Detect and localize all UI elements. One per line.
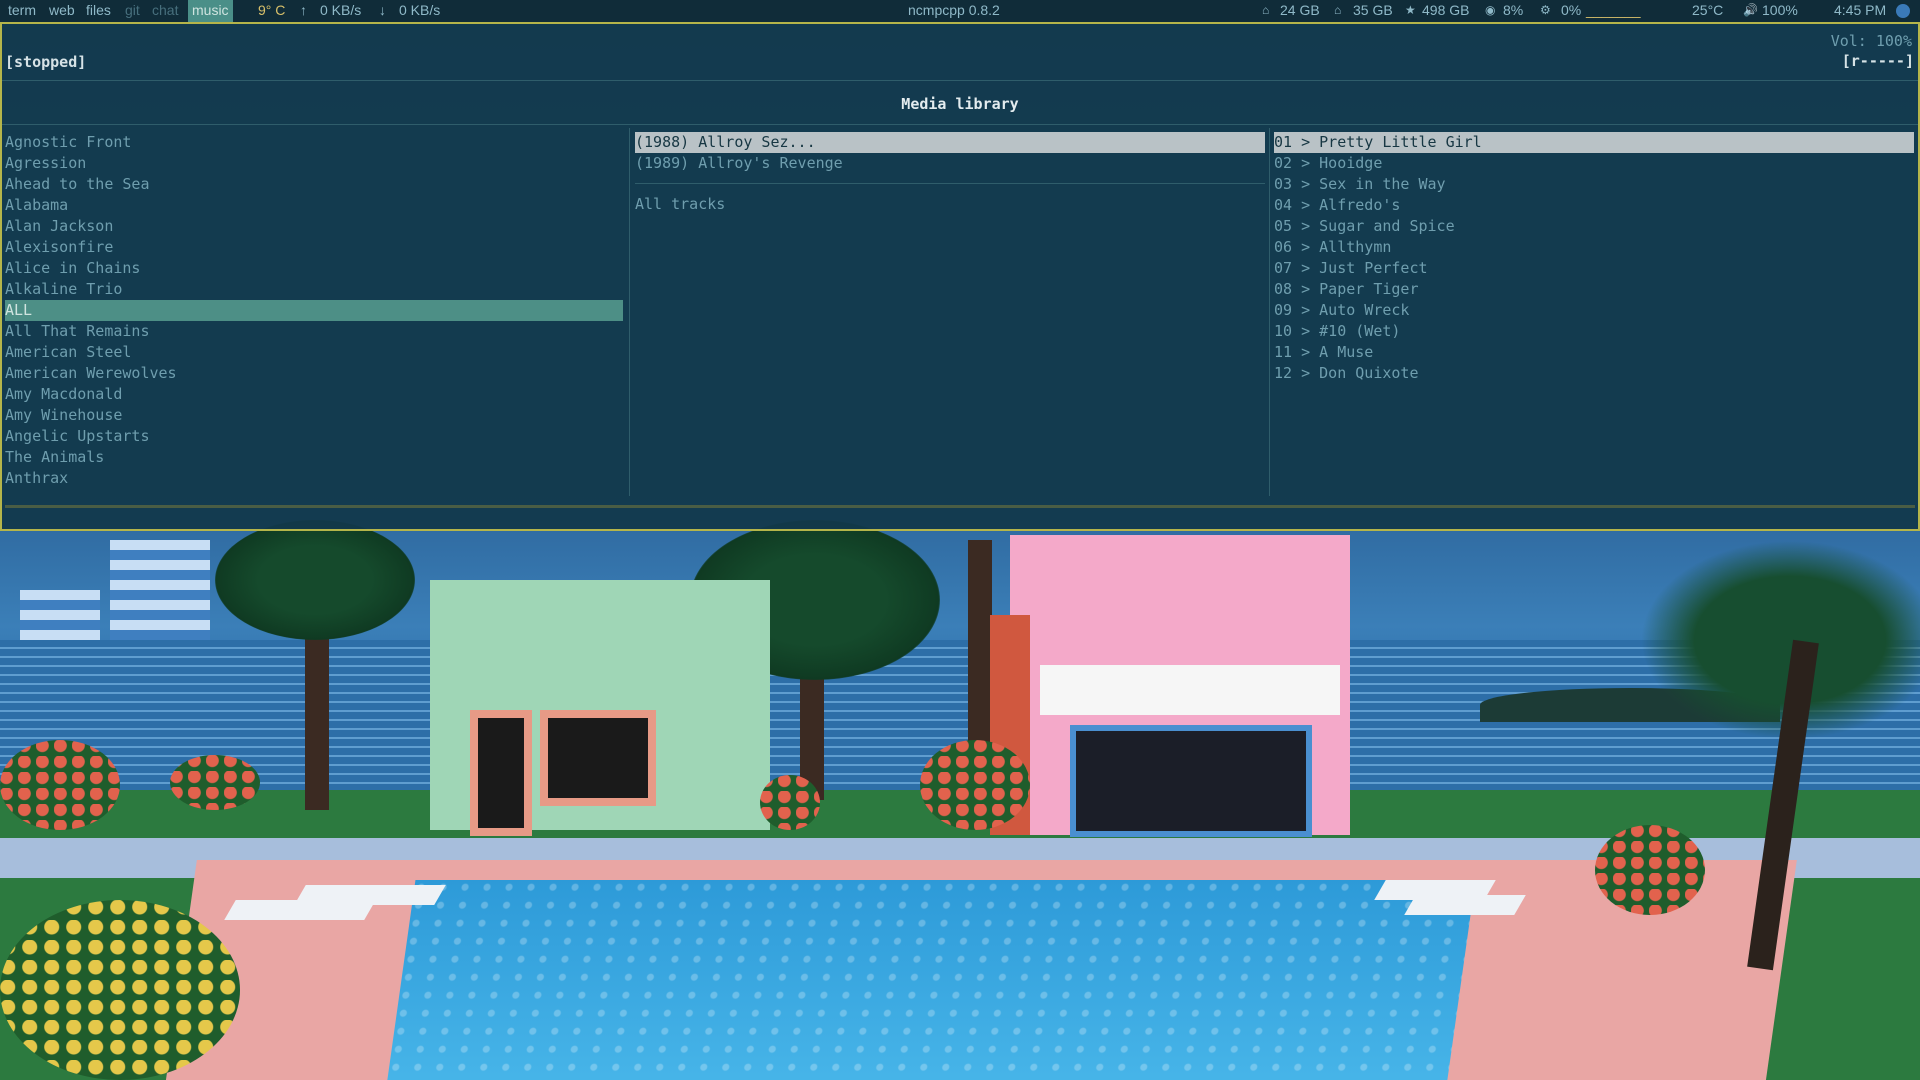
track-item[interactable]: 04 > Alfredo's xyxy=(1274,195,1914,216)
track-item[interactable]: 01 > Pretty Little Girl xyxy=(1274,132,1914,153)
wallpaper-awning xyxy=(1040,665,1340,715)
wallpaper-palm-fronds xyxy=(215,520,415,640)
track-item[interactable]: 08 > Paper Tiger xyxy=(1274,279,1914,300)
artist-item[interactable]: All That Remains xyxy=(5,321,623,342)
cpu-graph: _______ xyxy=(1586,2,1641,18)
wallpaper-lounge-chair xyxy=(1404,895,1526,915)
wallpaper-tree xyxy=(1640,540,1920,740)
track-item[interactable]: 07 > Just Perfect xyxy=(1274,258,1914,279)
player-volume: Vol: 100% xyxy=(1830,32,1912,50)
artist-item[interactable]: Amy Winehouse xyxy=(5,405,623,426)
track-item[interactable]: 10 > #10 (Wet) xyxy=(1274,321,1914,342)
wallpaper-pink-house xyxy=(990,535,1350,837)
tag-term[interactable]: term xyxy=(8,2,36,18)
progress-bar[interactable] xyxy=(5,505,1915,508)
screen-title: Media library xyxy=(901,95,1019,113)
volume-readout: 100% xyxy=(1762,2,1798,18)
title-separator xyxy=(2,124,1918,125)
wallpaper-window xyxy=(540,710,656,806)
memory-usage: 8% xyxy=(1503,2,1524,18)
album-item[interactable]: (1988) Allroy Sez... xyxy=(635,132,1265,153)
artist-item[interactable]: Ahead to the Sea xyxy=(5,174,623,195)
artist-item[interactable]: Alkaline Trio xyxy=(5,279,623,300)
album-item[interactable]: (1989) Allroy's Revenge xyxy=(635,153,1265,174)
disk-root-free: 24 GB xyxy=(1280,2,1320,18)
artist-item[interactable]: Agnostic Front xyxy=(5,132,623,153)
tag-music[interactable]: music xyxy=(188,0,233,22)
cpu-gear-icon: ⚙ xyxy=(1540,3,1551,17)
tag-git[interactable]: git xyxy=(125,2,140,18)
artist-item[interactable]: Amy Macdonald xyxy=(5,384,623,405)
track-item[interactable]: 12 > Don Quixote xyxy=(1274,363,1914,384)
system-tray-icon[interactable] xyxy=(1896,4,1910,18)
wallpaper-bush xyxy=(0,740,120,830)
wallpaper-bush xyxy=(170,755,260,810)
player-flags: [r-----] xyxy=(1841,52,1914,70)
artist-item[interactable]: Angelic Upstarts xyxy=(5,426,623,447)
column-separator xyxy=(1269,128,1270,496)
artist-item[interactable]: American Werewolves xyxy=(5,363,623,384)
clock: 4:45 PM xyxy=(1834,2,1887,18)
wallpaper-green-house xyxy=(430,580,770,836)
artist-item[interactable]: Alice in Chains xyxy=(5,258,623,279)
artist-item[interactable]: Agression xyxy=(5,153,623,174)
artist-item[interactable]: Alexisonfire xyxy=(5,237,623,258)
upload-speed: 0 KB/s xyxy=(320,2,362,18)
disk-home-icon: ⌂ xyxy=(1334,3,1342,17)
artist-item[interactable]: American Steel xyxy=(5,342,623,363)
artist-item[interactable]: The Animals xyxy=(5,447,623,468)
weather-readout: 9° C xyxy=(258,2,286,18)
track-item[interactable]: 09 > Auto Wreck xyxy=(1274,300,1914,321)
disk-data-free: 498 GB xyxy=(1422,2,1470,18)
all-tracks-item[interactable]: All tracks xyxy=(635,194,1265,215)
column-separator xyxy=(629,128,630,496)
disk-home-free: 35 GB xyxy=(1353,2,1393,18)
upload-arrow-icon: ↑ xyxy=(300,2,307,18)
window-title: ncmpcpp 0.8.2 xyxy=(908,2,1000,18)
tag-chat[interactable]: chat xyxy=(152,2,178,18)
header-separator xyxy=(2,80,1918,81)
track-item[interactable]: 05 > Sugar and Spice xyxy=(1274,216,1914,237)
star-icon: ★ xyxy=(1405,3,1416,17)
disk-root-icon: ⌂ xyxy=(1262,3,1270,17)
track-item[interactable]: 03 > Sex in the Way xyxy=(1274,174,1914,195)
status-bar: term web files git chat music 9° C ↑ 0 K… xyxy=(0,0,1920,22)
artist-item[interactable]: Alabama xyxy=(5,195,623,216)
artist-item[interactable]: ALL xyxy=(5,300,623,321)
artist-item[interactable]: Anthrax xyxy=(5,468,623,489)
track-item[interactable]: 02 > Hooidge xyxy=(1274,153,1914,174)
download-speed: 0 KB/s xyxy=(399,2,441,18)
track-list[interactable]: 01 > Pretty Little Girl 02 > Hooidge 03 > … xyxy=(1274,132,1914,384)
track-item[interactable]: 06 > Allthymn xyxy=(1274,237,1914,258)
wallpaper-door xyxy=(470,710,532,836)
wallpaper-pool xyxy=(384,880,1476,1080)
wallpaper-bush xyxy=(0,900,240,1080)
wallpaper-window xyxy=(1070,725,1312,837)
volume-speaker-icon: 🔊 xyxy=(1743,3,1758,17)
cpu-usage: 0% xyxy=(1561,2,1582,18)
wallpaper-bush xyxy=(920,740,1030,830)
track-item[interactable]: 11 > A Muse xyxy=(1274,342,1914,363)
wallpaper-bush xyxy=(760,775,820,830)
player-state: [stopped] xyxy=(5,53,87,71)
memory-icon: ◉ xyxy=(1485,3,1496,17)
ncmpcpp-window[interactable]: Vol: 100% [stopped] [r-----] Media libra… xyxy=(0,22,1920,531)
album-list[interactable]: (1988) Allroy Sez... (1989) Allroy's Reve… xyxy=(635,132,1265,215)
wallpaper-lounge-chair xyxy=(294,885,446,905)
tag-web[interactable]: web xyxy=(49,2,75,18)
artist-list[interactable]: Agnostic Front Agression Ahead to the Sea A… xyxy=(5,132,623,489)
album-divider xyxy=(635,183,1265,184)
temperature-readout: 25°C xyxy=(1692,2,1724,18)
download-arrow-icon: ↓ xyxy=(379,2,386,18)
artist-item[interactable]: Alan Jackson xyxy=(5,216,623,237)
wallpaper-bush xyxy=(1595,825,1705,915)
tag-files[interactable]: files xyxy=(86,2,111,18)
